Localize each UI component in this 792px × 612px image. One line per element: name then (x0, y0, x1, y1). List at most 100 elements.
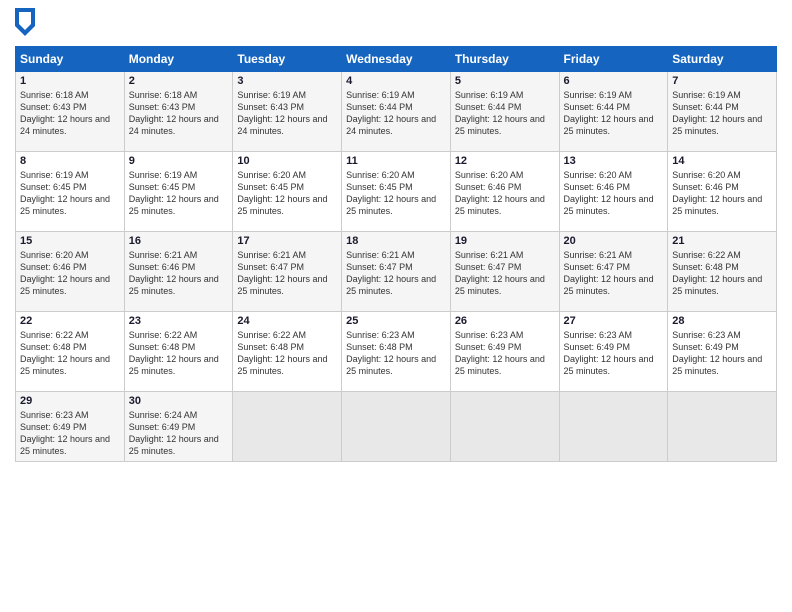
day-number: 26 (455, 315, 555, 327)
day-info: Sunrise: 6:23 AMSunset: 6:49 PMDaylight:… (564, 329, 664, 378)
day-cell (668, 392, 777, 462)
day-cell: 24 Sunrise: 6:22 AMSunset: 6:48 PMDaylig… (233, 312, 342, 392)
day-cell: 18 Sunrise: 6:21 AMSunset: 6:47 PMDaylig… (342, 232, 451, 312)
week-row-4: 22 Sunrise: 6:22 AMSunset: 6:48 PMDaylig… (16, 312, 777, 392)
day-cell: 27 Sunrise: 6:23 AMSunset: 6:49 PMDaylig… (559, 312, 668, 392)
day-cell: 6 Sunrise: 6:19 AMSunset: 6:44 PMDayligh… (559, 72, 668, 152)
week-row-3: 15 Sunrise: 6:20 AMSunset: 6:46 PMDaylig… (16, 232, 777, 312)
day-number: 10 (237, 155, 337, 167)
day-info: Sunrise: 6:20 AMSunset: 6:45 PMDaylight:… (237, 169, 337, 218)
day-cell: 5 Sunrise: 6:19 AMSunset: 6:44 PMDayligh… (450, 72, 559, 152)
day-cell: 22 Sunrise: 6:22 AMSunset: 6:48 PMDaylig… (16, 312, 125, 392)
col-header-tuesday: Tuesday (233, 47, 342, 72)
day-cell: 17 Sunrise: 6:21 AMSunset: 6:47 PMDaylig… (233, 232, 342, 312)
day-cell: 8 Sunrise: 6:19 AMSunset: 6:45 PMDayligh… (16, 152, 125, 232)
day-info: Sunrise: 6:21 AMSunset: 6:46 PMDaylight:… (129, 249, 229, 298)
day-cell: 10 Sunrise: 6:20 AMSunset: 6:45 PMDaylig… (233, 152, 342, 232)
logo (15, 10, 39, 38)
day-cell: 19 Sunrise: 6:21 AMSunset: 6:47 PMDaylig… (450, 232, 559, 312)
day-number: 25 (346, 315, 446, 327)
day-cell: 2 Sunrise: 6:18 AMSunset: 6:43 PMDayligh… (124, 72, 233, 152)
day-cell: 30 Sunrise: 6:24 AMSunset: 6:49 PMDaylig… (124, 392, 233, 462)
day-info: Sunrise: 6:23 AMSunset: 6:49 PMDaylight:… (455, 329, 555, 378)
day-number: 17 (237, 235, 337, 247)
day-cell: 11 Sunrise: 6:20 AMSunset: 6:45 PMDaylig… (342, 152, 451, 232)
day-number: 14 (672, 155, 772, 167)
calendar-table: SundayMondayTuesdayWednesdayThursdayFrid… (15, 46, 777, 462)
day-cell: 3 Sunrise: 6:19 AMSunset: 6:43 PMDayligh… (233, 72, 342, 152)
day-cell: 20 Sunrise: 6:21 AMSunset: 6:47 PMDaylig… (559, 232, 668, 312)
day-info: Sunrise: 6:19 AMSunset: 6:43 PMDaylight:… (237, 89, 337, 138)
day-cell: 26 Sunrise: 6:23 AMSunset: 6:49 PMDaylig… (450, 312, 559, 392)
day-number: 6 (564, 75, 664, 87)
day-number: 18 (346, 235, 446, 247)
day-number: 11 (346, 155, 446, 167)
day-info: Sunrise: 6:23 AMSunset: 6:49 PMDaylight:… (20, 409, 120, 458)
page: SundayMondayTuesdayWednesdayThursdayFrid… (0, 0, 792, 612)
day-number: 9 (129, 155, 229, 167)
day-cell: 28 Sunrise: 6:23 AMSunset: 6:49 PMDaylig… (668, 312, 777, 392)
day-cell (342, 392, 451, 462)
day-number: 24 (237, 315, 337, 327)
day-info: Sunrise: 6:21 AMSunset: 6:47 PMDaylight:… (564, 249, 664, 298)
day-info: Sunrise: 6:23 AMSunset: 6:49 PMDaylight:… (672, 329, 772, 378)
day-number: 5 (455, 75, 555, 87)
day-info: Sunrise: 6:19 AMSunset: 6:44 PMDaylight:… (672, 89, 772, 138)
day-cell: 21 Sunrise: 6:22 AMSunset: 6:48 PMDaylig… (668, 232, 777, 312)
day-info: Sunrise: 6:18 AMSunset: 6:43 PMDaylight:… (20, 89, 120, 138)
day-info: Sunrise: 6:20 AMSunset: 6:46 PMDaylight:… (20, 249, 120, 298)
day-cell: 4 Sunrise: 6:19 AMSunset: 6:44 PMDayligh… (342, 72, 451, 152)
day-cell: 23 Sunrise: 6:22 AMSunset: 6:48 PMDaylig… (124, 312, 233, 392)
col-header-thursday: Thursday (450, 47, 559, 72)
day-number: 1 (20, 75, 120, 87)
day-info: Sunrise: 6:22 AMSunset: 6:48 PMDaylight:… (20, 329, 120, 378)
day-info: Sunrise: 6:20 AMSunset: 6:45 PMDaylight:… (346, 169, 446, 218)
day-info: Sunrise: 6:22 AMSunset: 6:48 PMDaylight:… (129, 329, 229, 378)
day-number: 12 (455, 155, 555, 167)
day-info: Sunrise: 6:19 AMSunset: 6:44 PMDaylight:… (455, 89, 555, 138)
week-row-5: 29 Sunrise: 6:23 AMSunset: 6:49 PMDaylig… (16, 392, 777, 462)
day-info: Sunrise: 6:19 AMSunset: 6:44 PMDaylight:… (346, 89, 446, 138)
day-number: 22 (20, 315, 120, 327)
header (15, 10, 777, 38)
day-number: 29 (20, 395, 120, 407)
col-header-friday: Friday (559, 47, 668, 72)
day-cell (559, 392, 668, 462)
header-row: SundayMondayTuesdayWednesdayThursdayFrid… (16, 47, 777, 72)
day-cell: 25 Sunrise: 6:23 AMSunset: 6:48 PMDaylig… (342, 312, 451, 392)
day-cell: 9 Sunrise: 6:19 AMSunset: 6:45 PMDayligh… (124, 152, 233, 232)
day-cell: 1 Sunrise: 6:18 AMSunset: 6:43 PMDayligh… (16, 72, 125, 152)
day-info: Sunrise: 6:21 AMSunset: 6:47 PMDaylight:… (346, 249, 446, 298)
day-number: 19 (455, 235, 555, 247)
day-info: Sunrise: 6:24 AMSunset: 6:49 PMDaylight:… (129, 409, 229, 458)
day-info: Sunrise: 6:22 AMSunset: 6:48 PMDaylight:… (672, 249, 772, 298)
day-number: 28 (672, 315, 772, 327)
day-cell (450, 392, 559, 462)
day-number: 2 (129, 75, 229, 87)
day-cell: 14 Sunrise: 6:20 AMSunset: 6:46 PMDaylig… (668, 152, 777, 232)
day-number: 30 (129, 395, 229, 407)
day-number: 15 (20, 235, 120, 247)
col-header-sunday: Sunday (16, 47, 125, 72)
day-info: Sunrise: 6:20 AMSunset: 6:46 PMDaylight:… (672, 169, 772, 218)
day-info: Sunrise: 6:20 AMSunset: 6:46 PMDaylight:… (564, 169, 664, 218)
day-info: Sunrise: 6:19 AMSunset: 6:45 PMDaylight:… (20, 169, 120, 218)
day-info: Sunrise: 6:22 AMSunset: 6:48 PMDaylight:… (237, 329, 337, 378)
week-row-2: 8 Sunrise: 6:19 AMSunset: 6:45 PMDayligh… (16, 152, 777, 232)
col-header-wednesday: Wednesday (342, 47, 451, 72)
day-cell (233, 392, 342, 462)
day-cell: 12 Sunrise: 6:20 AMSunset: 6:46 PMDaylig… (450, 152, 559, 232)
day-number: 21 (672, 235, 772, 247)
day-info: Sunrise: 6:18 AMSunset: 6:43 PMDaylight:… (129, 89, 229, 138)
day-number: 4 (346, 75, 446, 87)
day-info: Sunrise: 6:19 AMSunset: 6:44 PMDaylight:… (564, 89, 664, 138)
day-cell: 29 Sunrise: 6:23 AMSunset: 6:49 PMDaylig… (16, 392, 125, 462)
day-number: 3 (237, 75, 337, 87)
day-info: Sunrise: 6:23 AMSunset: 6:48 PMDaylight:… (346, 329, 446, 378)
day-number: 7 (672, 75, 772, 87)
col-header-saturday: Saturday (668, 47, 777, 72)
day-number: 13 (564, 155, 664, 167)
day-number: 27 (564, 315, 664, 327)
day-cell: 15 Sunrise: 6:20 AMSunset: 6:46 PMDaylig… (16, 232, 125, 312)
day-number: 8 (20, 155, 120, 167)
